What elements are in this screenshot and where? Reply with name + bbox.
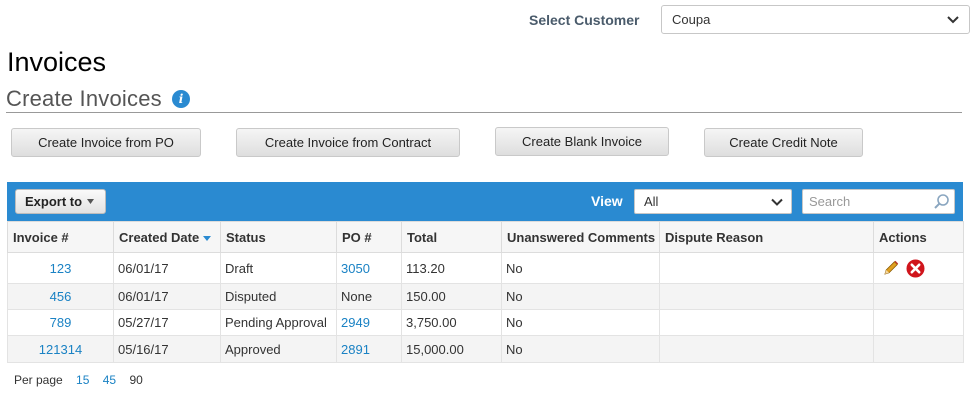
select-customer-label: Select Customer (529, 12, 640, 28)
table-row: 123 06/01/17 Draft 3050 113.20 No (7, 252, 964, 284)
search-icon[interactable] (933, 193, 950, 210)
unanswered-comments-cell: No (501, 309, 660, 336)
view-select[interactable]: All (634, 189, 792, 214)
po-link[interactable]: 2891 (341, 342, 370, 357)
per-page-option-45[interactable]: 45 (103, 373, 116, 387)
customer-select[interactable]: Coupa (661, 5, 970, 34)
status-cell: Draft (220, 252, 337, 284)
dispute-reason-cell (659, 252, 874, 284)
edit-icon[interactable] (882, 259, 900, 277)
total-cell: 113.20 (401, 252, 502, 284)
per-page-label: Per page (14, 373, 63, 387)
customer-select-value: Coupa (672, 12, 711, 27)
total-cell: 150.00 (401, 283, 502, 310)
created-date-cell: 05/16/17 (113, 335, 221, 363)
invoice-link[interactable]: 789 (50, 315, 72, 330)
table-row: 121314 05/16/17 Approved 2891 15,000.00 … (7, 335, 964, 363)
search-input[interactable]: Search (802, 189, 955, 214)
view-label: View (591, 193, 623, 209)
caret-down-icon (87, 199, 94, 204)
dispute-reason-cell (659, 309, 874, 336)
table-row: 789 05/27/17 Pending Approval 2949 3,750… (7, 309, 964, 336)
total-cell: 3,750.00 (401, 309, 502, 336)
actions-cell (873, 252, 964, 284)
page-title: Invoices (7, 47, 107, 77)
dispute-reason-cell (659, 335, 874, 363)
per-page-control: Per page 15 45 90 (14, 373, 153, 387)
table-row: 456 06/01/17 Disputed None 150.00 No (7, 283, 964, 310)
invoice-link[interactable]: 121314 (39, 342, 82, 357)
create-blank-invoice-button[interactable]: Create Blank Invoice (495, 127, 669, 156)
column-header-unanswered-comments[interactable]: Unanswered Comments (501, 221, 660, 253)
export-to-label: Export to (25, 194, 83, 209)
chevron-down-icon (947, 16, 959, 24)
actions-cell (873, 335, 964, 363)
created-date-cell: 05/27/17 (113, 309, 221, 336)
search-placeholder: Search (809, 194, 851, 209)
column-header-created-date[interactable]: Created Date (113, 221, 221, 253)
dispute-reason-cell (659, 283, 874, 310)
po-cell: None (336, 283, 402, 310)
actions-cell (873, 283, 964, 310)
column-header-total[interactable]: Total (401, 221, 502, 253)
column-header-created-date-label: Created Date (119, 229, 200, 245)
info-icon[interactable]: i (172, 90, 190, 108)
actions-cell (873, 309, 964, 336)
section-title: Create Invoices (6, 86, 162, 111)
invoice-link[interactable]: 456 (50, 289, 72, 304)
delete-icon[interactable] (906, 259, 925, 278)
export-to-button[interactable]: Export to (15, 189, 106, 214)
total-cell: 15,000.00 (401, 335, 502, 363)
unanswered-comments-cell: No (501, 252, 660, 284)
chevron-down-icon (771, 198, 783, 206)
per-page-option-90: 90 (129, 373, 143, 387)
unanswered-comments-cell: No (501, 335, 660, 363)
status-cell: Disputed (220, 283, 337, 310)
column-header-po[interactable]: PO # (336, 221, 402, 253)
status-cell: Approved (220, 335, 337, 363)
column-header-invoice[interactable]: Invoice # (7, 221, 114, 253)
column-header-actions: Actions (873, 221, 964, 253)
view-select-value: All (644, 194, 659, 209)
po-link[interactable]: 2949 (341, 315, 370, 330)
title-divider (6, 112, 962, 113)
create-invoice-from-contract-button[interactable]: Create Invoice from Contract (236, 128, 460, 157)
invoice-link[interactable]: 123 (50, 261, 72, 276)
column-header-dispute-reason[interactable]: Dispute Reason (659, 221, 874, 253)
column-header-status[interactable]: Status (220, 221, 337, 253)
table-header-row: Invoice # Created Date Status PO # Total… (7, 221, 964, 253)
created-date-cell: 06/01/17 (113, 252, 221, 284)
invoices-table: Invoice # Created Date Status PO # Total… (7, 221, 964, 363)
po-link[interactable]: 3050 (341, 261, 370, 276)
created-date-cell: 06/01/17 (113, 283, 221, 310)
status-cell: Pending Approval (220, 309, 337, 336)
per-page-option-15[interactable]: 15 (76, 373, 89, 387)
sort-descending-icon (203, 235, 212, 241)
create-invoice-from-po-button[interactable]: Create Invoice from PO (11, 128, 201, 157)
unanswered-comments-cell: No (501, 283, 660, 310)
create-credit-note-button[interactable]: Create Credit Note (704, 128, 863, 157)
